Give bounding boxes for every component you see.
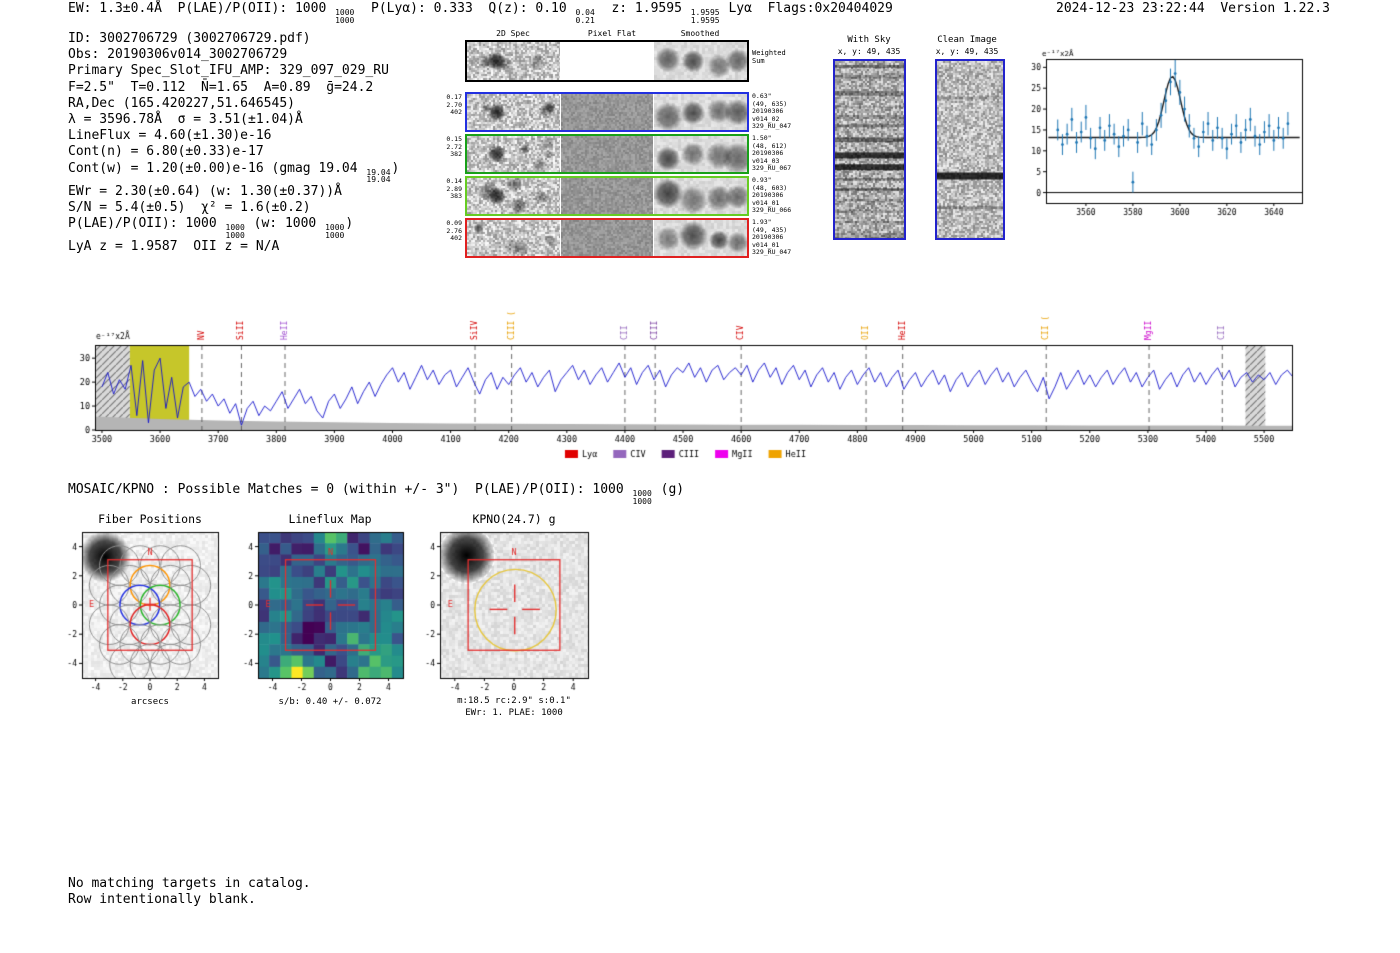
clean-image-title: Clean Image: [937, 35, 997, 45]
lineflux-map-stats: s/b: 0.40 +/- 0.072: [278, 697, 382, 707]
cutout-smoothed-image: [654, 136, 747, 172]
cutout-row-weights: 0.15 2.72 382: [446, 135, 462, 159]
kpno-ewr-plae-stats: EWr: 1. PLAE: 1000: [465, 708, 563, 718]
cutout-2dspec-image: [467, 220, 560, 256]
fiber-positions-title: Fiber Positions: [98, 512, 202, 526]
cutout-row-annotation: 0.93" (48, 603) 20190306 v014_01 329_RU_066: [752, 176, 792, 215]
cutout-pixelflat-image: [561, 136, 653, 172]
cutout-smoothed-image: [654, 178, 747, 214]
stacked-fraction: 1.9595 1.9595: [690, 8, 720, 25]
blank-row-note: Row intentionally blank.: [68, 892, 256, 907]
emission-line-fit-chart: [1010, 45, 1310, 235]
cutout-pixelflat-image: [561, 178, 653, 214]
cutout-smoothed-image: [654, 94, 747, 130]
elixer-detection-report: EW: 1.3±0.4Å P(LAE)/P(OII): 1000 1000 100…: [0, 0, 1400, 953]
stacked-fraction: 1000 1000: [325, 223, 345, 240]
cutout-row: [465, 218, 749, 258]
weighted-2dspec-image: [467, 42, 560, 80]
stacked-fraction: 1000 1000: [632, 489, 652, 506]
info-line: Cont(w) = 1.20(±0.00)e-16 (gmag 19.04 19…: [68, 160, 400, 185]
cutout-smoothed-image: [654, 220, 747, 256]
lineflux-map-title: Lineflux Map: [288, 512, 372, 526]
stacked-fraction: 19.04 19.04: [366, 167, 391, 185]
catalog-match-note: No matching targets in catalog.: [68, 876, 311, 891]
cutout-row-annotation: 1.93" (49, 435) 20190306 v014_01 329_RU_047: [752, 218, 792, 257]
info-line: P(LAE)/P(OII): 1000 1000 1000 (w: 1000 10…: [68, 216, 354, 240]
info-line: LineFlux = 4.60(±1.30)e-16: [68, 128, 272, 144]
weighted-sum-label-line2: Sum: [752, 57, 765, 65]
withsky-xy-label: x, y: 49, 435: [837, 47, 901, 56]
stacked-fraction: 1000 1000: [335, 8, 355, 25]
weighted-pixelflat-image: [561, 42, 653, 80]
kpno-photometry-stats: m:18.5 rc:2.9" s:0.1": [457, 696, 571, 706]
full-spectrum-chart: [60, 288, 1330, 460]
cutout-row-annotation: 1.50" (48, 612) 20190306 v014_03 329_RU_067: [752, 134, 792, 173]
info-line: S/N = 5.4(±0.5) χ² = 1.6(±0.2): [68, 199, 311, 215]
cutout-row-weights: 0.14 2.89 383: [446, 177, 462, 201]
lineflux-map-chart: [238, 525, 418, 710]
cutout-2dspec-image: [467, 136, 560, 172]
cutout-row: [465, 92, 749, 132]
cutout-row: [465, 176, 749, 216]
cutout-row-annotation: 0.63" (49, 635) 20190306 v014_02 329_RU_047: [752, 92, 792, 131]
withsky-image: [833, 59, 906, 240]
info-line: F=2.5" T=0.112 N̄=1.65 A=0.89 ḡ=24.2: [68, 79, 374, 95]
withsky-title: With Sky: [847, 35, 891, 45]
kpno-panel-title: KPNO(24.7) g: [472, 512, 556, 526]
info-line: Primary Spec_Slot_IFU_AMP: 329_097_029_R…: [68, 63, 389, 79]
info-line: λ = 3596.78Å σ = 3.51(±1.04)Å: [68, 112, 303, 128]
clean-image-xy-label: x, y: 49, 435: [935, 47, 999, 56]
stacked-fraction: 1000 1000: [225, 223, 245, 240]
cutout-row: [465, 134, 749, 174]
weighted-sum-label-line1: Weighted: [752, 49, 786, 57]
fiber-positions-xlabel: arcsecs: [131, 697, 169, 707]
cutout-column-title-smoothed: Smoothed: [680, 29, 720, 38]
cutout-pixelflat-image: [561, 220, 653, 256]
fiber-positions-chart: [58, 525, 238, 710]
info-line: LyA z = 1.9587 OII z = N/A: [68, 239, 280, 255]
detection-info-block: ID: 3002706729 (3002706729.pdf) Obs: 2019…: [68, 31, 399, 255]
info-line: Cont(n) = 6.80(±0.33)e-17: [68, 144, 264, 160]
cutout-2dspec-image: [467, 94, 560, 130]
info-line: EWr = 2.30(±0.64) (w: 1.30(±0.37))Å: [68, 183, 342, 199]
info-line: RA,Dec (165.420227,51.646545): [68, 95, 295, 111]
stacked-fraction: 0.04 0.21: [575, 8, 595, 25]
cutout-2dspec-image: [467, 178, 560, 214]
weighted-smoothed-image: [654, 42, 747, 80]
summary-header: EW: 1.3±0.4Å P(LAE)/P(OII): 1000 1000 100…: [68, 1, 893, 25]
kpno-image-chart: [420, 525, 600, 710]
info-line: Obs: 20190306v014_3002706729: [68, 47, 288, 63]
cutout-row-weights: 0.09 2.76 402: [446, 219, 462, 243]
cutout-row-weights: 0.17 2.70 402: [446, 93, 462, 117]
info-line: ID: 3002706729 (3002706729.pdf): [68, 31, 311, 46]
cutout-column-title-pixelflat: Pixel Flat: [587, 29, 637, 38]
weighted-sum-cutout-row: [465, 40, 749, 82]
weighted-sum-label: Weighted Sum: [752, 49, 786, 65]
timestamp-version: 2024-12-23 23:22:44 Version 1.22.3: [1056, 1, 1330, 16]
clean-image: [935, 59, 1005, 240]
cutout-pixelflat-image: [561, 94, 653, 130]
cutout-column-title-2dspec: 2D Spec: [496, 29, 530, 38]
mosaic-match-summary: MOSAIC/KPNO : Possible Matches = 0 (with…: [68, 482, 685, 506]
